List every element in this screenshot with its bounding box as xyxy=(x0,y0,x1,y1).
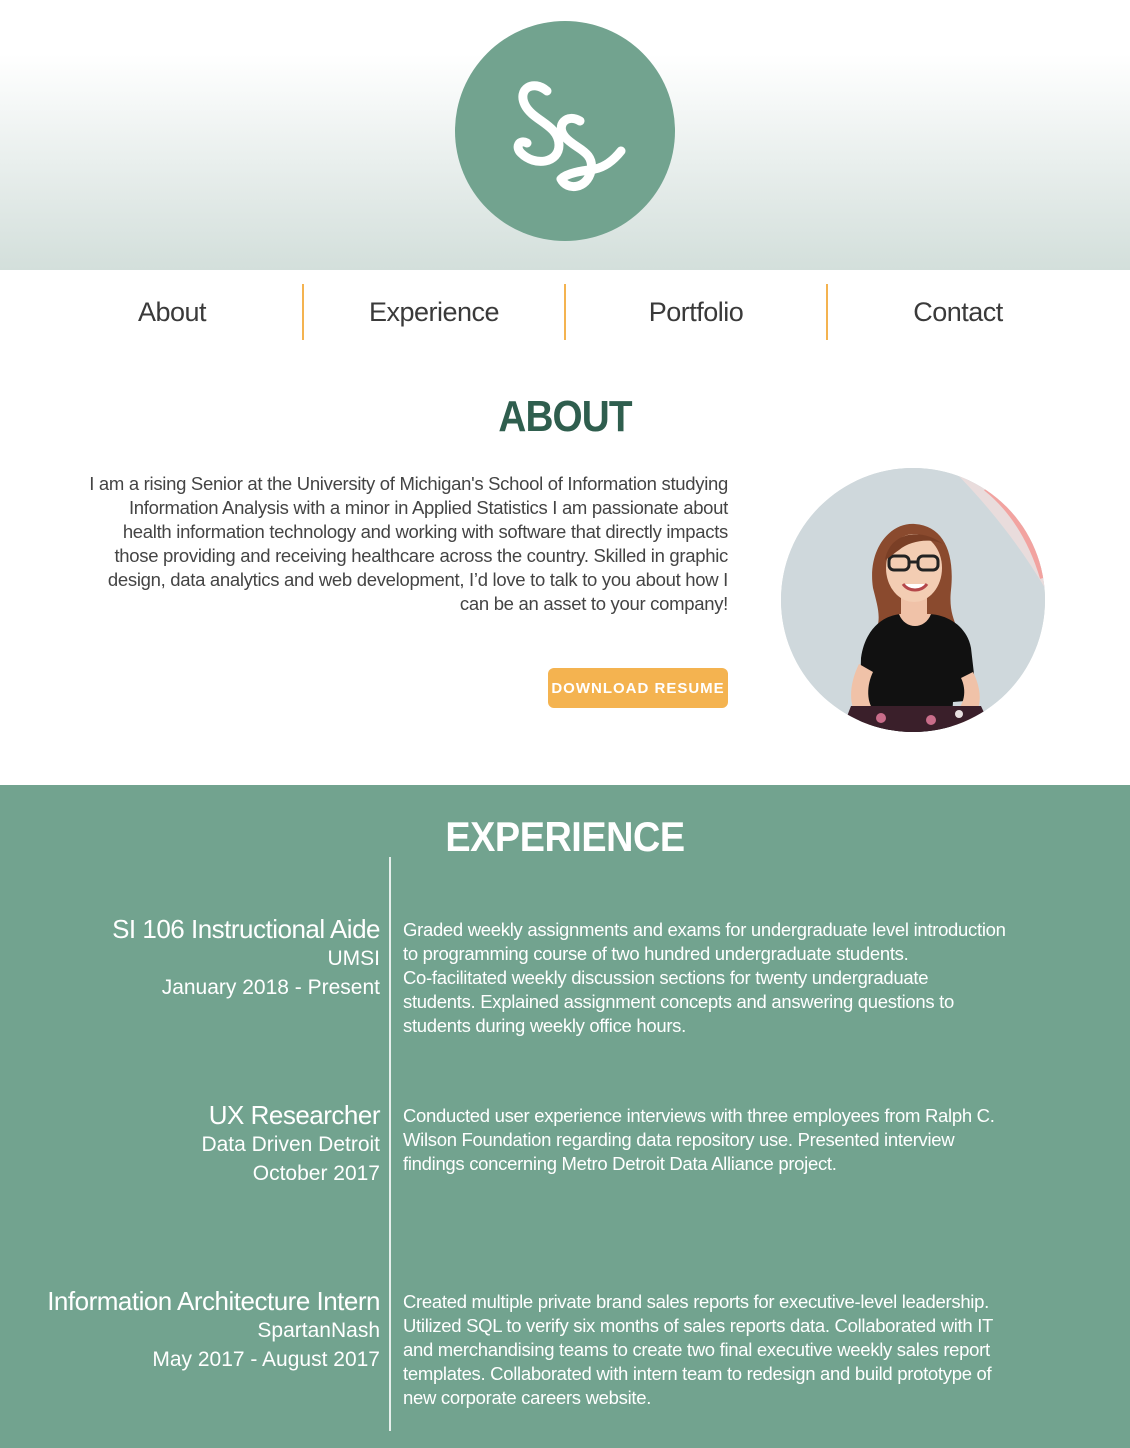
job-desc-line: and merchandising teams to create two fi… xyxy=(403,1339,990,1360)
nav-contact[interactable]: Contact xyxy=(828,284,1088,340)
nav-about[interactable]: About xyxy=(42,284,302,340)
about-bio-line: I am a rising Senior at the University o… xyxy=(89,473,728,494)
job-dates: October 2017 xyxy=(252,1162,380,1185)
job-header: SI 106 Instructional Aide UMSI January 2… xyxy=(0,913,380,1003)
person-illustration xyxy=(781,468,1045,732)
about-bio-line: those providing and receiving healthcare… xyxy=(114,545,728,566)
job-description: Conducted user experience interviews wit… xyxy=(403,1104,1053,1176)
job-desc-line: Conducted user experience interviews wit… xyxy=(403,1105,995,1126)
profile-photo xyxy=(781,468,1045,732)
job-role: Information Architecture Intern xyxy=(47,1286,380,1316)
about-bio: I am a rising Senior at the University o… xyxy=(40,472,728,616)
nav-experience[interactable]: Experience xyxy=(304,284,564,340)
experience-heading: EXPERIENCE xyxy=(445,813,685,860)
about-heading: ABOUT xyxy=(498,392,632,441)
job-header: UX Researcher Data Driven Detroit Octobe… xyxy=(0,1099,380,1189)
job-desc-line: Graded weekly assignments and exams for … xyxy=(403,919,1006,940)
job-header: Information Architecture Intern SpartanN… xyxy=(0,1285,380,1375)
about-bio-line: can be an asset to your company! xyxy=(459,593,728,614)
download-resume-button[interactable]: DOWNLOAD RESUME xyxy=(548,668,728,708)
job-dates: January 2018 - Present xyxy=(161,976,380,999)
job-org: SpartanNash xyxy=(257,1319,380,1342)
about-bio-line: design, data analytics and web developme… xyxy=(107,569,728,590)
job-desc-line: Wilson Foundation regarding data reposit… xyxy=(403,1129,955,1150)
job-desc-line: Utilized SQL to verify six months of sal… xyxy=(403,1315,994,1336)
ss-monogram-icon xyxy=(513,81,626,191)
job-description: Graded weekly assignments and exams for … xyxy=(403,918,1053,1038)
job-desc-line: new corporate careers website. xyxy=(403,1387,652,1408)
main-nav: About Experience Portfolio Contact xyxy=(42,284,1088,340)
job-desc-line: students during weekly office hours. xyxy=(403,1015,686,1036)
experience-section: EXPERIENCE SI 106 Instructional Aide UMS… xyxy=(0,785,1130,1448)
header-banner xyxy=(0,0,1130,270)
about-bio-line: health information technology and workin… xyxy=(122,521,728,542)
job-role: SI 106 Instructional Aide xyxy=(112,914,380,944)
about-bio-line: Information Analysis with a minor in App… xyxy=(128,497,728,518)
job-desc-line: Co-facilitated weekly discussion section… xyxy=(403,967,929,988)
logo[interactable] xyxy=(455,21,675,241)
nav-portfolio[interactable]: Portfolio xyxy=(566,284,826,340)
job-org: UMSI xyxy=(327,947,381,970)
job-desc-line: templates. Collaborated with intern team… xyxy=(403,1363,992,1384)
job-desc-line: Created multiple private brand sales rep… xyxy=(403,1291,989,1312)
job-org: Data Driven Detroit xyxy=(201,1133,380,1156)
timeline-line xyxy=(389,857,391,1431)
job-desc-line: students. Explained assignment concepts … xyxy=(403,991,954,1012)
job-role: UX Researcher xyxy=(208,1100,381,1130)
job-dates: May 2017 - August 2017 xyxy=(152,1348,380,1371)
job-description: Created multiple private brand sales rep… xyxy=(403,1290,1053,1410)
job-desc-line: to programming course of two hundred und… xyxy=(403,943,909,964)
job-desc-line: findings concerning Metro Detroit Data A… xyxy=(403,1153,837,1174)
